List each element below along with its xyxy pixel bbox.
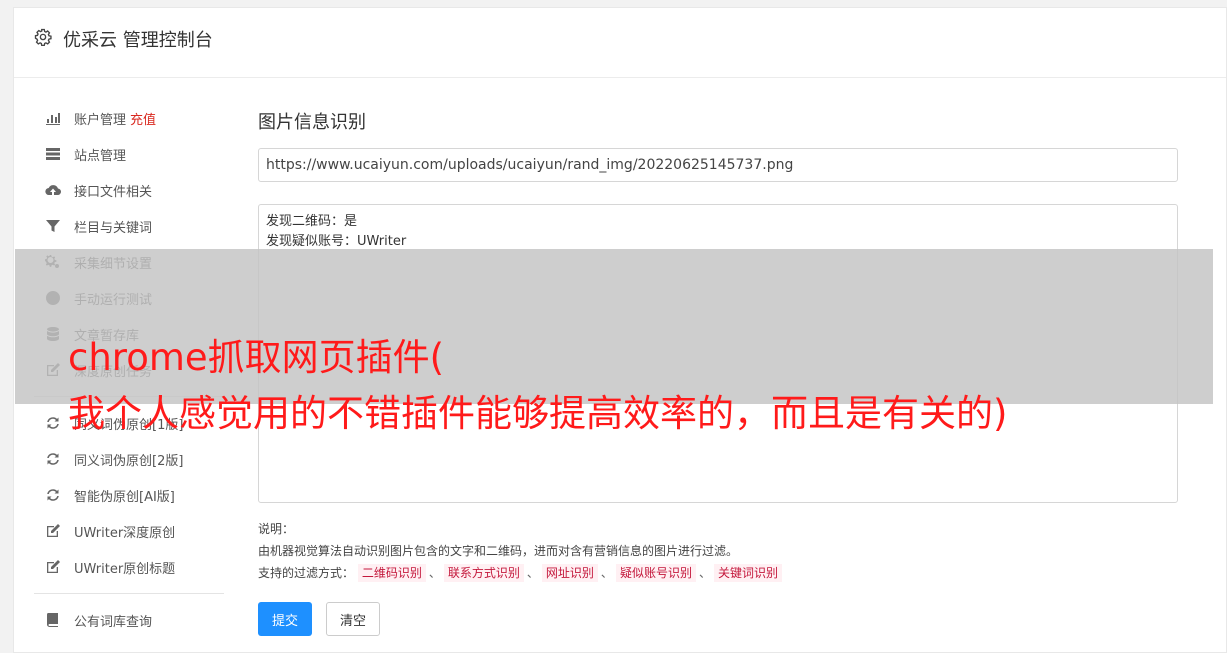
sidebar-item-label: UWriter原创标题	[74, 561, 176, 577]
sidebar-item-group2-2[interactable]: 智能伪原创[AI版]	[34, 477, 224, 513]
sidebar-item-group2-3[interactable]: UWriter深度原创	[34, 513, 224, 549]
sidebar-item-group1-0[interactable]: 账户管理 充值	[34, 100, 224, 136]
sidebar-item-group3-0[interactable]: 公有词库查询	[34, 602, 224, 638]
filter-icon	[44, 217, 62, 235]
refresh-icon	[44, 414, 62, 432]
cloud-upload-icon	[44, 181, 62, 199]
sidebar-item-label: 栏目与关键词	[74, 220, 153, 236]
sidebar-item-group1-3[interactable]: 栏目与关键词	[34, 208, 224, 244]
recharge-link[interactable]: 充值	[130, 109, 156, 128]
refresh-icon	[44, 450, 62, 468]
tag-separator: 、	[428, 566, 441, 580]
filter-label: 支持的过滤方式：	[258, 566, 355, 580]
sidebar-item-label: 账户管理	[74, 112, 127, 128]
notes: 说明： 由机器视觉算法自动识别图片包含的文字和二维码，进而对含有营销信息的图片进…	[258, 518, 1178, 584]
sidebar-item-label: 站点管理	[74, 148, 127, 164]
filter-tag: 网址识别	[541, 564, 598, 582]
sidebar-item-group1-1[interactable]: 站点管理	[34, 136, 224, 172]
filter-tag: 联系方式识别	[443, 564, 524, 582]
filter-tag: 疑似账号识别	[615, 564, 696, 582]
notes-description: 由机器视觉算法自动识别图片包含的文字和二维码，进而对含有营销信息的图片进行过滤。	[258, 544, 739, 558]
sidebar-item-label: 公有词库查询	[74, 614, 153, 630]
main-content: 图片信息识别 发现二维码：是 发现疑似账号：UWriter 说明： 由机器视觉算…	[258, 108, 1178, 636]
sidebar-item-label: 同义词伪原创[2版]	[74, 453, 184, 469]
overlay-line-2: 我个人感觉用的不错插件能够提高效率的，而且是有关的)	[68, 392, 1008, 435]
sidebar-item-group2-1[interactable]: 同义词伪原创[2版]	[34, 441, 224, 477]
result-line: 发现二维码：是	[266, 214, 358, 229]
tag-separator: 、	[600, 566, 613, 580]
tag-separator: 、	[526, 566, 539, 580]
page-title: 优采云 管理控制台	[63, 30, 213, 51]
sidebar-item-label: 接口文件相关	[74, 184, 153, 200]
submit-button[interactable]: 提交	[258, 602, 312, 636]
tag-separator: 、	[698, 566, 711, 580]
filter-tag: 二维码识别	[357, 564, 426, 582]
sidebar-item-label: 智能伪原创[AI版]	[74, 489, 175, 505]
edit-icon	[44, 558, 62, 576]
sidebar-divider	[34, 593, 224, 594]
refresh-icon	[44, 486, 62, 504]
overlay-caption: chrome抓取网页插件( 我个人感觉用的不错插件能够提高效率的，而且是有关的)	[68, 330, 1218, 442]
bar-chart-icon	[44, 109, 62, 127]
book-icon	[44, 611, 62, 629]
sidebar-item-group1-2[interactable]: 接口文件相关	[34, 172, 224, 208]
server-icon	[44, 145, 62, 163]
clear-button[interactable]: 清空	[326, 602, 380, 636]
overlay-line-1: chrome抓取网页插件(	[68, 336, 445, 379]
notes-label: 说明：	[258, 522, 295, 536]
header: 优采云 管理控制台	[14, 8, 1226, 78]
filter-tag: 关键词识别	[713, 564, 782, 582]
edit-icon	[44, 522, 62, 540]
sidebar-item-label: UWriter深度原创	[74, 525, 176, 541]
sidebar-item-group2-4[interactable]: UWriter原创标题	[34, 549, 224, 585]
filter-methods: 支持的过滤方式： 二维码识别、联系方式识别、网址识别、疑似账号识别、关键词识别	[258, 562, 1178, 584]
image-url-input[interactable]	[258, 148, 1178, 182]
section-title: 图片信息识别	[258, 112, 366, 133]
gear-icon	[34, 28, 52, 46]
